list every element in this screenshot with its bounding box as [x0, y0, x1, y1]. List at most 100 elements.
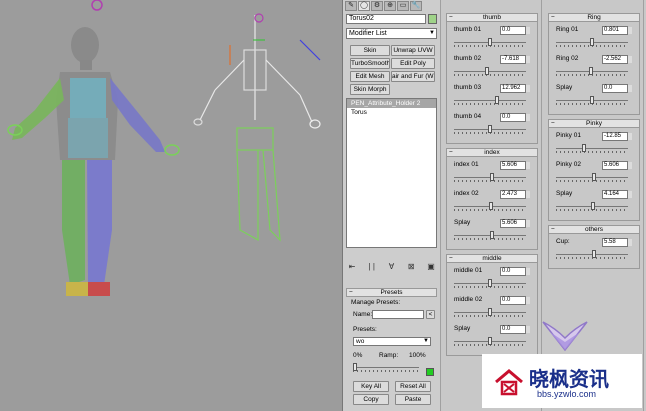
slider-thumb[interactable] — [590, 38, 594, 46]
field-spinner[interactable]: -7.618 — [500, 55, 530, 64]
paste-button[interactable]: Paste — [395, 394, 431, 405]
ramp-slider-thumb[interactable] — [353, 363, 357, 371]
field-slider[interactable] — [454, 231, 526, 241]
collapse-icon: − — [551, 226, 555, 233]
edit-mesh-button[interactable]: Edit Mesh — [350, 71, 390, 82]
character-rig-figure[interactable] — [0, 0, 342, 411]
field-label: Ring 02 — [556, 55, 579, 62]
field-spinner[interactable]: 0.0 — [500, 296, 530, 305]
presets-rollout-header[interactable]: − Presets — [346, 288, 437, 297]
field-slider[interactable] — [454, 202, 526, 212]
tab-create[interactable]: ✎ — [345, 1, 357, 11]
show-end-result-icon[interactable]: | | — [366, 262, 378, 272]
field-label: middle 02 — [454, 296, 483, 303]
field-slider[interactable] — [454, 96, 526, 106]
modifier-stack[interactable]: PEN_Attribute_Holder 2 Torus — [346, 98, 437, 248]
skin-button[interactable]: Skin — [350, 45, 390, 56]
field-spinner[interactable]: 5.58 — [602, 238, 632, 247]
stack-item-torus[interactable]: Torus — [347, 108, 436, 117]
stack-item-pen-attribute-holder[interactable]: PEN_Attribute_Holder 2 — [347, 99, 436, 108]
tab-display[interactable]: ▭ — [397, 1, 409, 11]
ramp-slider[interactable] — [353, 363, 419, 373]
slider-thumb[interactable] — [488, 279, 492, 287]
reset-all-button[interactable]: Reset All — [395, 381, 431, 392]
slider-thumb[interactable] — [592, 250, 596, 258]
remove-modifier-icon[interactable]: ⊠ — [405, 262, 417, 272]
field-spinner[interactable]: 0.0 — [500, 26, 530, 35]
slider-thumb[interactable] — [490, 231, 494, 239]
field-slider[interactable] — [454, 279, 526, 289]
save-preset-button[interactable]: < — [426, 310, 435, 319]
slider-thumb[interactable] — [489, 202, 493, 210]
presets-label: Presets: — [353, 326, 377, 333]
slider-thumb[interactable] — [591, 202, 595, 210]
slider-thumb[interactable] — [589, 67, 593, 75]
field-label: thumb 01 — [454, 26, 482, 33]
preset-name-input[interactable] — [372, 310, 424, 319]
field-spinner[interactable]: 5.606 — [500, 219, 530, 228]
field-slider[interactable] — [454, 173, 526, 183]
field-slider[interactable] — [454, 67, 526, 77]
field-spinner[interactable]: 2.473 — [500, 190, 530, 199]
field-slider[interactable] — [454, 38, 526, 48]
field-slider[interactable] — [556, 144, 628, 154]
field-spinner[interactable]: 0.0 — [500, 325, 530, 334]
field-slider[interactable] — [556, 96, 628, 106]
slider-thumb[interactable] — [590, 96, 594, 104]
slider-thumb[interactable] — [488, 308, 492, 316]
field-slider[interactable] — [454, 337, 526, 347]
slider-thumb[interactable] — [488, 337, 492, 345]
field-spinner[interactable]: -12.85 — [602, 132, 632, 141]
pin-stack-icon[interactable]: ⇤ — [346, 262, 358, 272]
hair-and-fur-button[interactable]: air and Fur (WS — [391, 71, 435, 82]
field-spinner[interactable]: 0.0 — [602, 84, 632, 93]
field-spinner[interactable]: 0.801 — [602, 26, 632, 35]
slider-thumb[interactable] — [592, 173, 596, 181]
make-unique-icon[interactable]: ∀ — [386, 262, 398, 272]
object-name-field[interactable]: Torus02 — [346, 14, 426, 24]
copy-button[interactable]: Copy — [353, 394, 389, 405]
slider-thumb[interactable] — [495, 96, 499, 104]
field-slider[interactable] — [556, 250, 628, 260]
slider-thumb[interactable] — [490, 173, 494, 181]
slider-thumb[interactable] — [582, 144, 586, 152]
configure-sets-icon[interactable]: ▣ — [425, 262, 437, 272]
tab-hierarchy[interactable]: ⚙ — [371, 1, 383, 11]
rollout-header-ring[interactable]: − Ring — [548, 13, 640, 22]
slider-thumb[interactable] — [485, 67, 489, 75]
field-spinner[interactable]: 12.962 — [500, 84, 530, 93]
field-slider[interactable] — [556, 202, 628, 212]
rollout-header-pinky[interactable]: − Pinky — [548, 119, 640, 128]
field-spinner[interactable]: 5.606 — [602, 161, 632, 170]
rollout-header-index[interactable]: − index — [446, 148, 538, 157]
field-slider[interactable] — [556, 38, 628, 48]
field-spinner[interactable]: 5.606 — [500, 161, 530, 170]
unwrap-uvw-button[interactable]: Unwrap UVW — [391, 45, 435, 56]
rollout-header-thumb[interactable]: − thumb — [446, 13, 538, 22]
field-spinner[interactable]: 4.164 — [602, 190, 632, 199]
edit-poly-button[interactable]: Edit Poly — [391, 58, 435, 69]
tab-modify[interactable]: ◯ — [358, 1, 370, 11]
slider-thumb[interactable] — [488, 38, 492, 46]
tab-motion[interactable]: ⊕ — [384, 1, 396, 11]
presets-dropdown[interactable]: wo ▼ — [353, 337, 431, 346]
viewport[interactable] — [0, 0, 342, 411]
field-slider[interactable] — [556, 67, 628, 77]
field-spinner[interactable]: 0.0 — [500, 113, 530, 122]
field-slider[interactable] — [454, 125, 526, 135]
field-slider[interactable] — [556, 173, 628, 183]
field-slider[interactable] — [454, 308, 526, 318]
modifier-list-dropdown[interactable]: Modifier List ▼ — [346, 28, 437, 39]
field-spinner[interactable]: 0.0 — [500, 267, 530, 276]
key-all-button[interactable]: Key All — [353, 381, 389, 392]
object-color-swatch[interactable] — [428, 14, 437, 24]
rollout-header-middle[interactable]: − middle — [446, 254, 538, 263]
slider-thumb[interactable] — [488, 125, 492, 133]
rollout-header-others[interactable]: − others — [548, 225, 640, 234]
stack-item-label: PEN_Attribute_Holder 2 — [351, 100, 421, 107]
site-watermark: 晓枫资讯 bbs.yzwlo.com — [482, 354, 642, 408]
turbosmooth-button[interactable]: TurboSmooth — [350, 58, 390, 69]
skin-morph-button[interactable]: Skin Morph — [350, 84, 390, 95]
tab-utilities[interactable]: 🔧 — [410, 1, 422, 11]
field-spinner[interactable]: -2.562 — [602, 55, 632, 64]
